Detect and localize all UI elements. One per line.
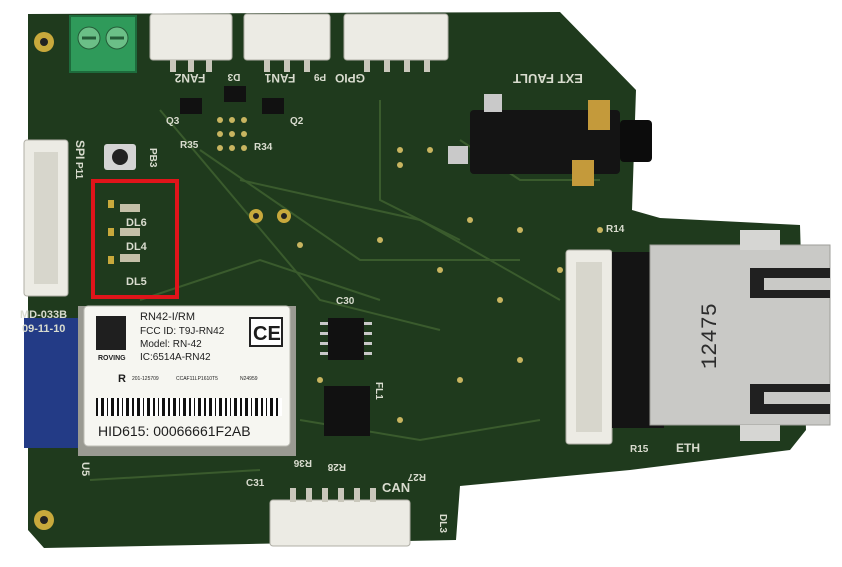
module-cert2: CCAF11LP1610T5 [176, 376, 218, 382]
label-p11: P11 [73, 162, 84, 180]
label-p9: P9 [313, 71, 326, 82]
label-eth: ETH [676, 441, 700, 455]
label-r36: R36 [293, 457, 312, 468]
module-r-mark: R [118, 373, 126, 385]
label-fan2: FAN2 [174, 71, 205, 85]
label-dl4: DL4 [126, 241, 148, 253]
label-r34: R34 [254, 142, 273, 153]
vertical-header [565, 249, 664, 445]
label-can: CAN [382, 480, 410, 495]
label-ext-fault: EXT FAULT [513, 71, 583, 86]
label-q2: Q2 [290, 116, 304, 127]
antenna-area [24, 318, 80, 448]
label-fan1: FAN1 [264, 71, 295, 85]
rj45-jack [649, 230, 831, 441]
label-spi: SPI [73, 140, 87, 159]
module-part: RN42-I/RM [140, 311, 195, 323]
label-q3: Q3 [166, 116, 180, 127]
label-r35: R35 [180, 140, 199, 151]
label-dl6: DL6 [126, 217, 147, 229]
module-ic: IC:6514A-RN42 [140, 352, 211, 363]
module-model: Model: RN-42 [140, 339, 202, 350]
rj45-label: 12475 [698, 303, 723, 369]
label-pb3: PB3 [147, 148, 158, 168]
board-id-line2: 09-11-10 [22, 323, 65, 335]
label-r28: R28 [327, 461, 346, 472]
label-dl5: DL5 [126, 276, 147, 288]
spi-connector [23, 139, 69, 297]
push-button [104, 144, 136, 170]
top-connectors [149, 13, 449, 61]
label-fl1: FL1 [373, 382, 384, 400]
label-dl3: DL3 [437, 514, 448, 533]
label-r14: R14 [606, 224, 625, 235]
label-c31: C31 [246, 478, 265, 489]
pcb-illustration: FAN2 FAN1 D3 P9 GPIO EXT FAULT Q3 Q2 R35… [20, 12, 831, 548]
label-gpio: GPIO [335, 71, 365, 85]
label-c30: C30 [336, 296, 355, 307]
label-d3: D3 [227, 71, 240, 82]
module-brand: ROVING [98, 355, 126, 362]
module-cert3: N24959 [240, 376, 258, 382]
terminal-block [69, 15, 137, 73]
module-hid: HID615: 00066661F2AB [98, 423, 251, 439]
module-ce: CE [253, 323, 281, 345]
label-u5: U5 [79, 462, 91, 476]
module-cert1: 201-125709 [132, 376, 159, 382]
photo-pcb-board: FAN2 FAN1 D3 P9 GPIO EXT FAULT Q3 Q2 R35… [0, 0, 842, 562]
module-fcc: FCC ID: T9J-RN42 [140, 326, 225, 337]
label-r15: R15 [630, 444, 649, 455]
board-id-line1: MD-033B [20, 309, 67, 321]
